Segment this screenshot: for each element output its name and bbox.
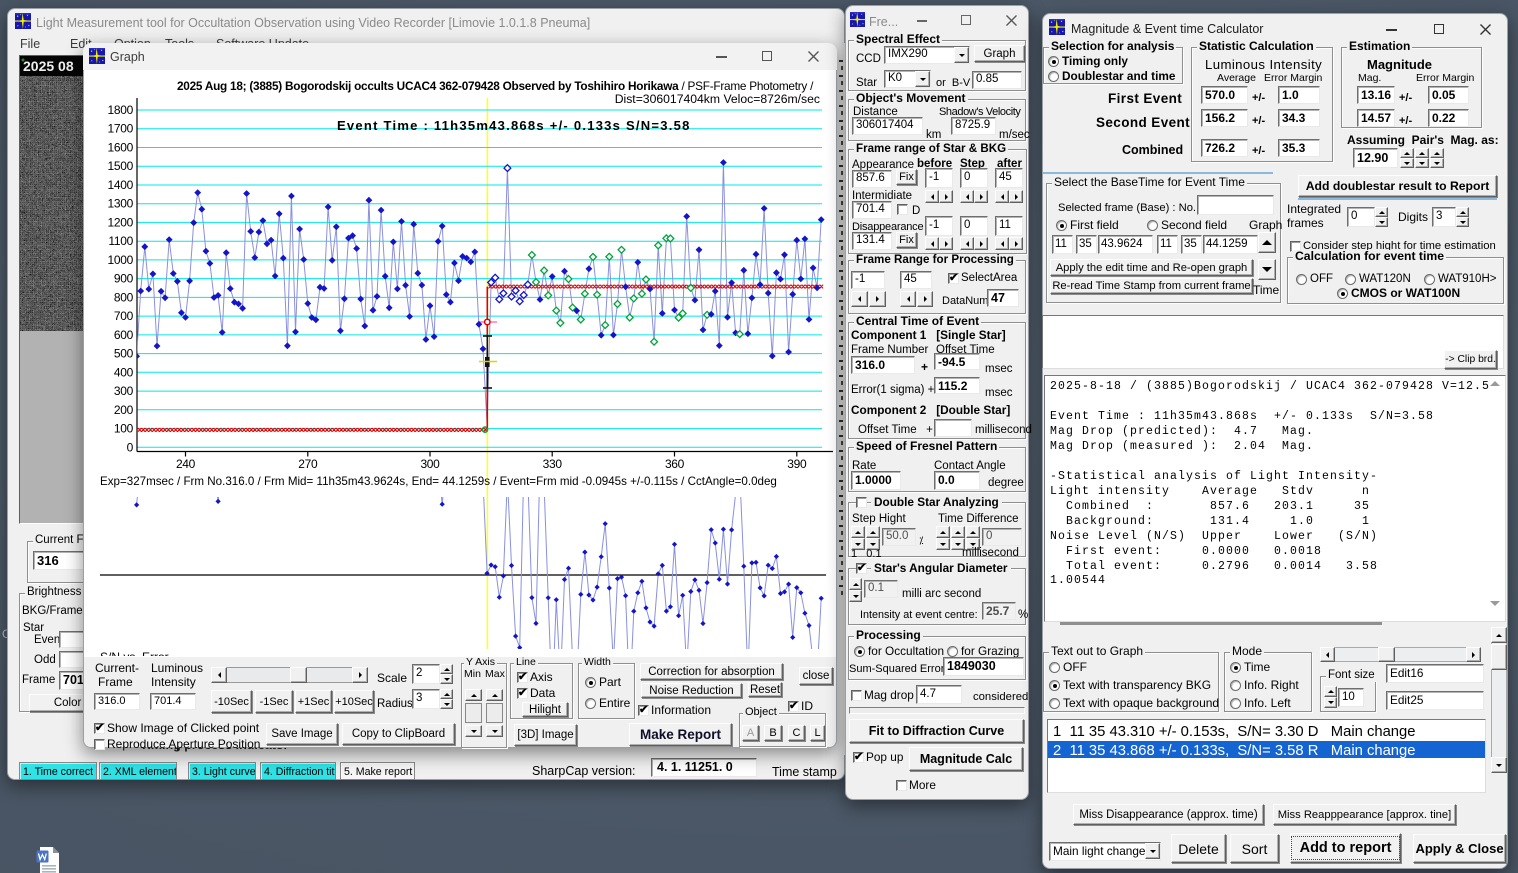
svg-text:0: 0	[127, 440, 134, 454]
svg-text:900: 900	[114, 272, 134, 286]
svg-text:Exp=327msec / Frm No.316.0 / F: Exp=327msec / Frm No.316.0 / Frm Mid= 11…	[100, 475, 777, 488]
svg-text:270: 270	[298, 457, 318, 471]
svg-text:Dist=306017404km Veloc=8726m/s: Dist=306017404km Veloc=8726m/sec	[615, 92, 820, 106]
svg-text:1700: 1700	[108, 122, 134, 136]
svg-text:300: 300	[420, 457, 440, 471]
svg-text:400: 400	[114, 365, 134, 379]
svg-text:1300: 1300	[108, 197, 134, 211]
svg-text:200: 200	[114, 403, 134, 417]
svg-text:S/N vs. Error: S/N vs. Error	[100, 650, 169, 656]
svg-text:1000: 1000	[108, 253, 134, 267]
svg-text:100: 100	[114, 422, 134, 436]
svg-text:1400: 1400	[108, 178, 134, 192]
svg-text:300: 300	[114, 384, 134, 398]
svg-text:330: 330	[543, 457, 563, 471]
svg-text:240: 240	[176, 457, 196, 471]
svg-text:1800: 1800	[108, 103, 134, 117]
svg-text:800: 800	[114, 290, 134, 304]
svg-text:700: 700	[114, 309, 134, 323]
svg-text:2025 08: 2025 08	[23, 58, 74, 74]
svg-text:1500: 1500	[108, 159, 134, 173]
svg-text:500: 500	[114, 347, 134, 361]
svg-text:2025 Aug 18; (3885) Bogorodski: 2025 Aug 18; (3885) Bogorodskij occults …	[177, 79, 814, 93]
svg-text:1100: 1100	[108, 234, 133, 248]
svg-text:1600: 1600	[108, 141, 134, 155]
svg-text:1200: 1200	[108, 215, 134, 229]
svg-text:360: 360	[665, 457, 685, 471]
svg-text:390: 390	[787, 457, 807, 471]
svg-text:600: 600	[114, 328, 134, 342]
svg-text:Event Time : 11h35m43.868s +/: Event Time : 11h35m43.868s +/- 0.133s S/…	[337, 118, 691, 133]
